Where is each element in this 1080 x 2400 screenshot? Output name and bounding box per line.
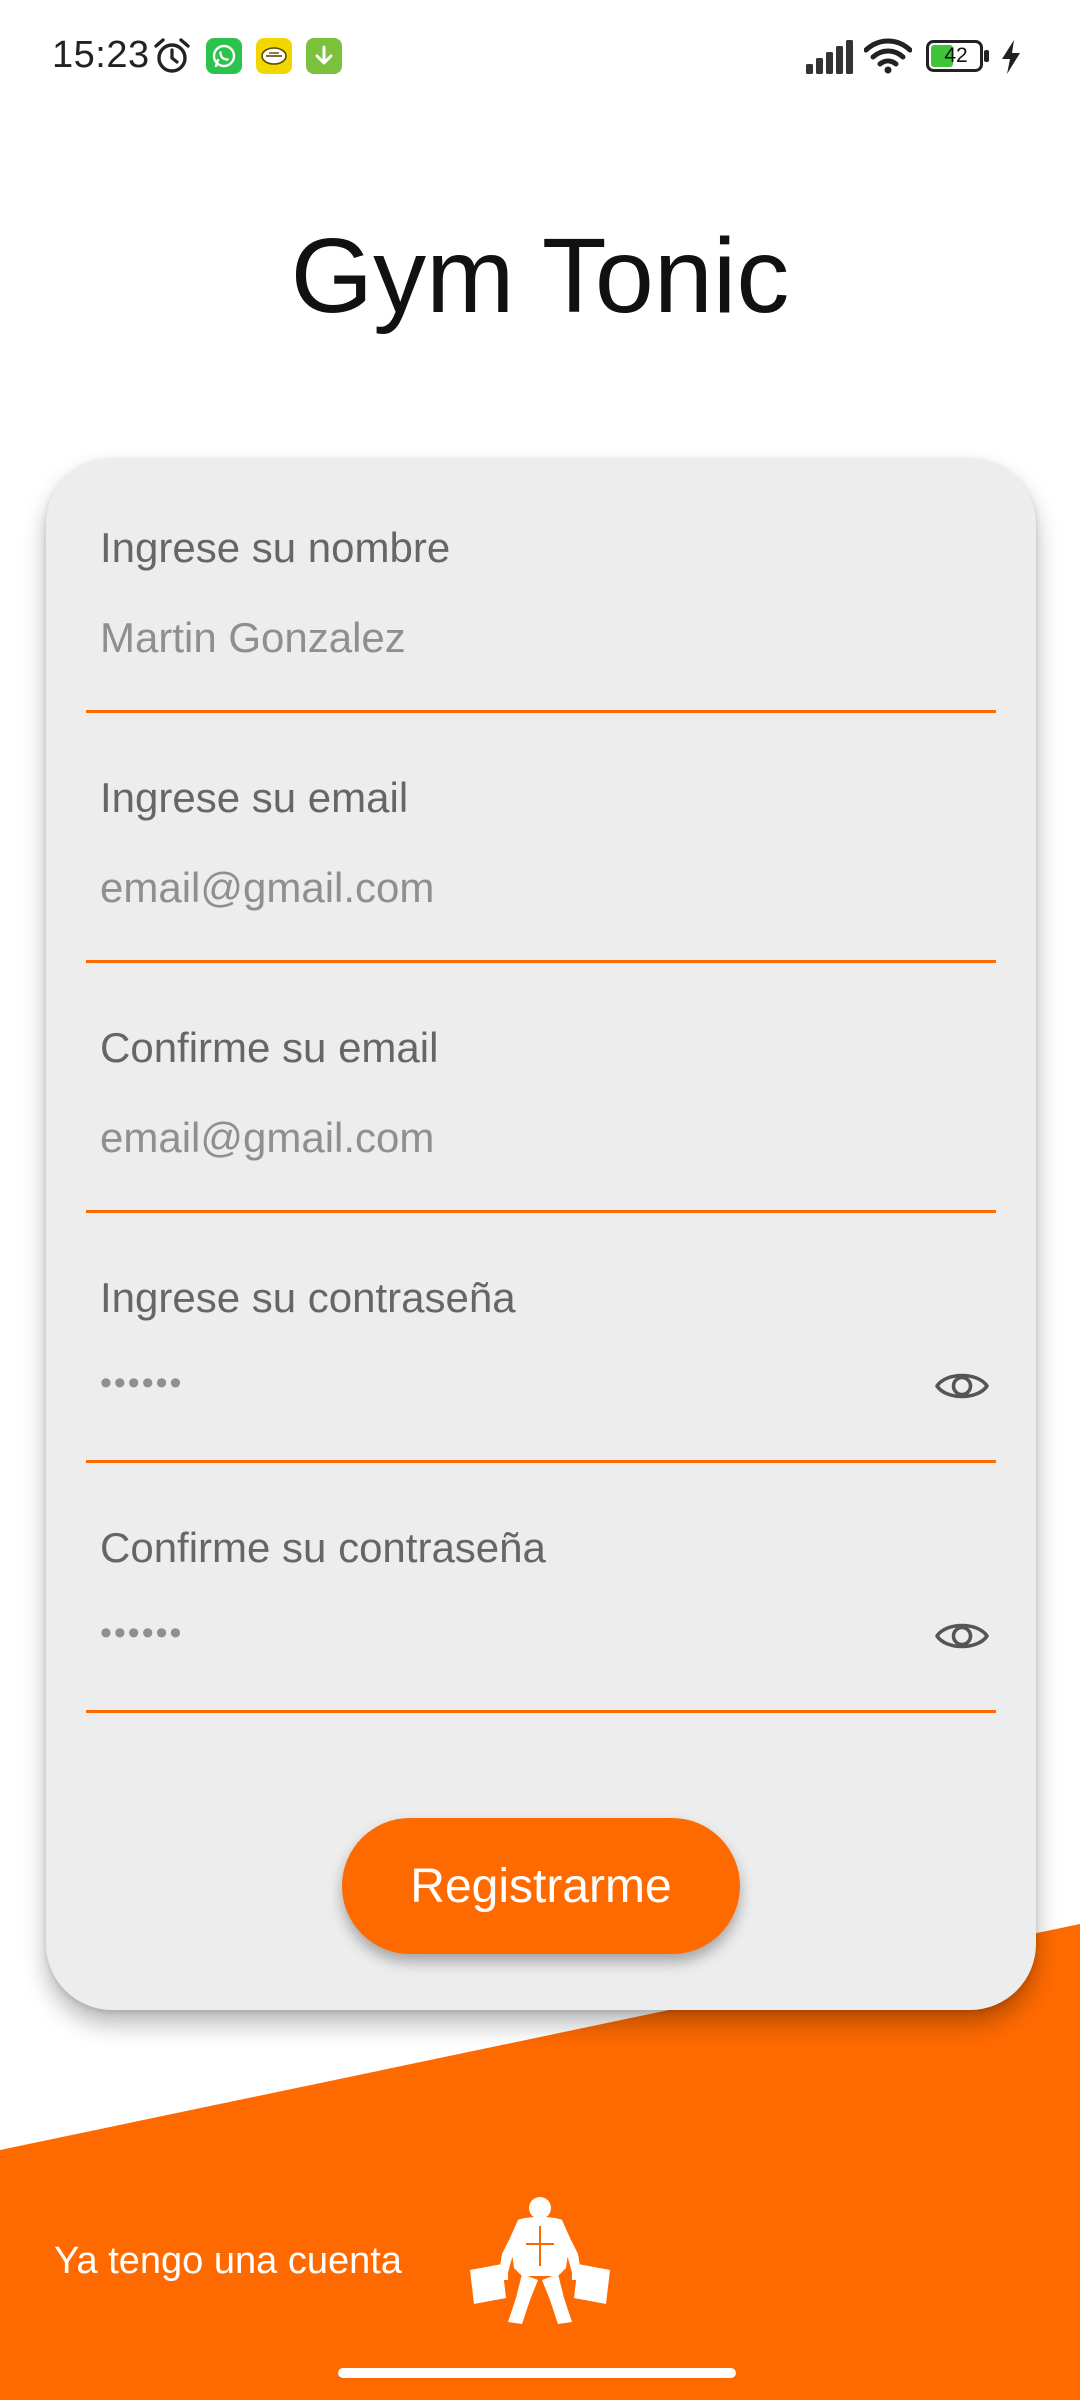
emoji-app-icon bbox=[256, 38, 292, 74]
app-title: Gym Tonic bbox=[290, 217, 790, 335]
email-label: Ingrese su email bbox=[100, 774, 409, 821]
confirm-password-field: Confirme su contraseña •••••• bbox=[86, 1524, 996, 1774]
signal-icon bbox=[806, 40, 853, 74]
status-time: 15:23 bbox=[52, 34, 150, 76]
password-field: Ingrese su contraseña •••••• bbox=[86, 1274, 996, 1524]
email-input[interactable] bbox=[100, 852, 900, 924]
confirm-password-input[interactable]: •••••• bbox=[100, 1614, 183, 1653]
name-input[interactable] bbox=[100, 602, 900, 674]
eye-icon[interactable] bbox=[934, 1358, 990, 1414]
confirm-email-field: Confirme su email bbox=[86, 1024, 996, 1274]
weightlifter-icon bbox=[470, 2197, 610, 2324]
confirm-email-label: Confirme su email bbox=[100, 1024, 439, 1071]
home-indicator[interactable] bbox=[338, 2368, 736, 2378]
password-input[interactable]: •••••• bbox=[100, 1364, 183, 1403]
battery-level: 42 bbox=[944, 44, 968, 67]
alarm-icon bbox=[154, 38, 190, 73]
password-label: Ingrese su contraseña bbox=[100, 1274, 516, 1321]
name-underline bbox=[86, 710, 996, 713]
registration-form-card: Ingrese su nombre Ingrese su email Confi… bbox=[46, 458, 1036, 2010]
email-underline bbox=[86, 960, 996, 963]
confirm-password-label: Confirme su contraseña bbox=[100, 1524, 546, 1571]
email-field: Ingrese su email bbox=[86, 774, 996, 1024]
eye-icon[interactable] bbox=[934, 1608, 990, 1664]
name-field: Ingrese su nombre bbox=[86, 524, 996, 774]
confirm-password-underline bbox=[86, 1710, 996, 1713]
register-button[interactable]: Registrarme bbox=[342, 1818, 740, 1954]
have-account-link[interactable]: Ya tengo una cuenta bbox=[54, 2240, 402, 2283]
download-icon bbox=[306, 38, 342, 74]
whatsapp-icon bbox=[206, 38, 242, 74]
charging-bolt-icon bbox=[1002, 40, 1020, 74]
password-underline bbox=[86, 1460, 996, 1463]
status-bar: 15:23 42 bbox=[0, 0, 1080, 116]
confirm-email-underline bbox=[86, 1210, 996, 1213]
wifi-icon bbox=[864, 38, 912, 74]
confirm-email-input[interactable] bbox=[100, 1102, 900, 1174]
name-label: Ingrese su nombre bbox=[100, 524, 451, 571]
